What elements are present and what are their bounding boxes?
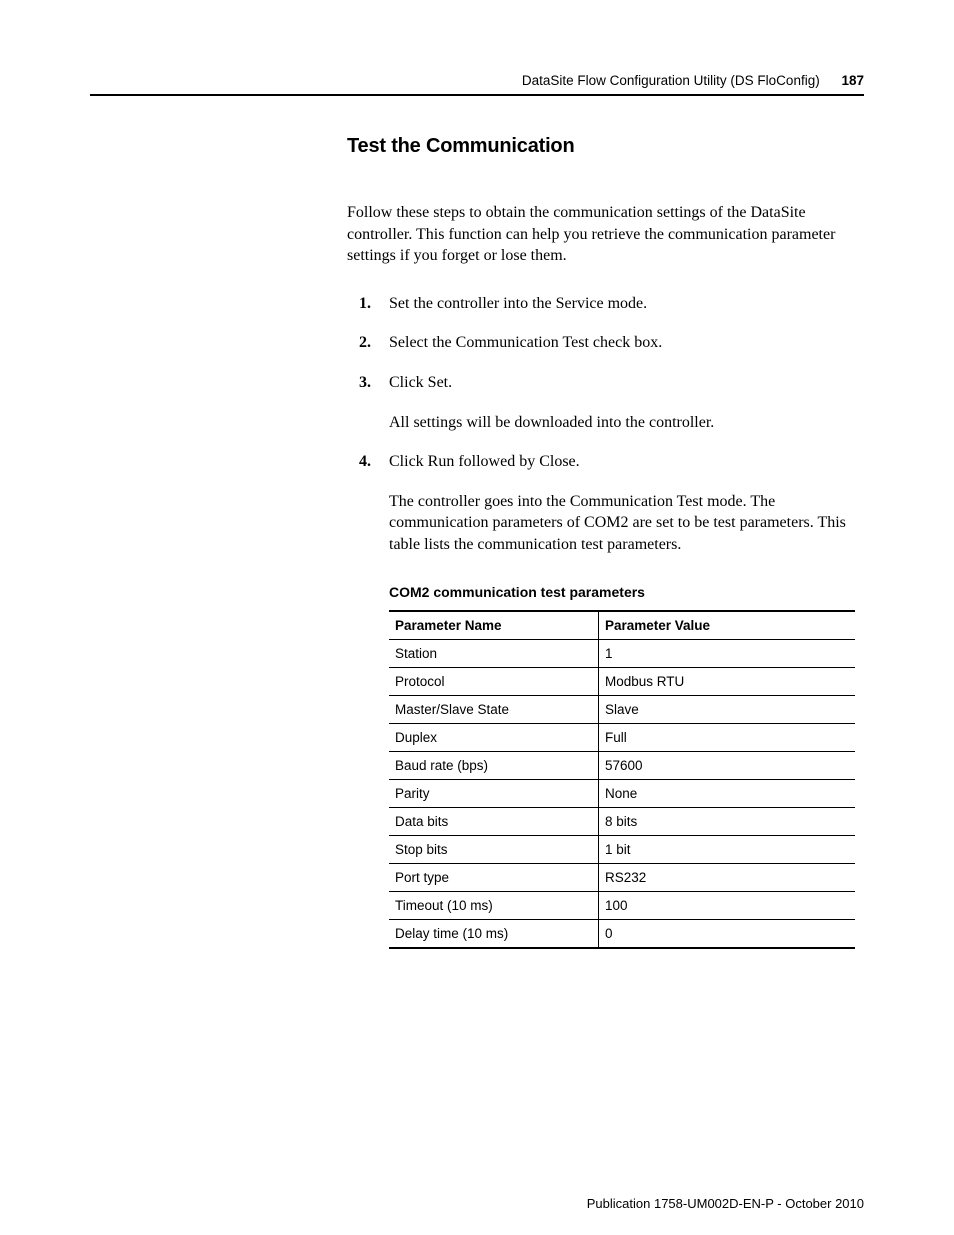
step-item: 1. Set the controller into the Service m…	[347, 293, 864, 315]
table-row: Baud rate (bps)57600	[389, 751, 855, 779]
step-number: 4.	[359, 451, 371, 473]
param-name: Data bits	[389, 807, 599, 835]
table-row: ParityNone	[389, 779, 855, 807]
param-name: Baud rate (bps)	[389, 751, 599, 779]
param-name: Timeout (10 ms)	[389, 891, 599, 919]
step-text: Click Set.	[389, 374, 452, 391]
param-value: None	[599, 779, 856, 807]
param-value: Slave	[599, 695, 856, 723]
param-value: 1 bit	[599, 835, 856, 863]
table-row: Delay time (10 ms)0	[389, 919, 855, 948]
intro-paragraph: Follow these steps to obtain the communi…	[347, 202, 864, 267]
param-name: Parity	[389, 779, 599, 807]
step-item: 4. Click Run followed by Close. The cont…	[347, 451, 864, 555]
param-value: 1	[599, 639, 856, 667]
table-row: Station1	[389, 639, 855, 667]
table-row: Stop bits1 bit	[389, 835, 855, 863]
param-name: Delay time (10 ms)	[389, 919, 599, 948]
step-item: 2. Select the Communication Test check b…	[347, 332, 864, 354]
table-row: Master/Slave StateSlave	[389, 695, 855, 723]
param-name: Duplex	[389, 723, 599, 751]
content-area: Test the Communication Follow these step…	[347, 135, 864, 949]
step-text: Click Run followed by Close.	[389, 453, 580, 470]
page: DataSite Flow Configuration Utility (DS …	[0, 0, 954, 1235]
param-name: Port type	[389, 863, 599, 891]
parameters-table: Parameter Name Parameter Value Station 1 …	[389, 610, 855, 949]
param-value: 0	[599, 919, 856, 948]
table-row: ProtocolModbus RTU	[389, 667, 855, 695]
table-row: Data bits8 bits	[389, 807, 855, 835]
param-value: 57600	[599, 751, 856, 779]
param-value: Full	[599, 723, 856, 751]
page-footer: Publication 1758-UM002D-EN-P - October 2…	[587, 1196, 864, 1211]
table-row: DuplexFull	[389, 723, 855, 751]
param-name: Protocol	[389, 667, 599, 695]
param-value: RS232	[599, 863, 856, 891]
step-subtext: All settings will be downloaded into the…	[389, 412, 864, 434]
param-name: Station	[389, 639, 599, 667]
step-subtext: The controller goes into the Communicati…	[389, 491, 864, 556]
param-value: Modbus RTU	[599, 667, 856, 695]
step-number: 3.	[359, 372, 371, 394]
param-name: Master/Slave State	[389, 695, 599, 723]
table-row: Port typeRS232	[389, 863, 855, 891]
step-number: 2.	[359, 332, 371, 354]
param-value: 100	[599, 891, 856, 919]
table-row: Timeout (10 ms)100	[389, 891, 855, 919]
step-text: Select the Communication Test check box.	[389, 334, 662, 351]
table-header-cell: Parameter Value	[599, 611, 856, 640]
param-value: 8 bits	[599, 807, 856, 835]
table-caption: COM2 communication test parameters	[389, 584, 864, 600]
header-title: DataSite Flow Configuration Utility (DS …	[522, 73, 820, 88]
param-name: Stop bits	[389, 835, 599, 863]
step-text: Set the controller into the Service mode…	[389, 295, 647, 312]
section-title: Test the Communication	[347, 135, 864, 158]
step-item: 3. Click Set. All settings will be downl…	[347, 372, 864, 433]
step-number: 1.	[359, 293, 371, 315]
table-header-row: Parameter Name Parameter Value	[389, 611, 855, 640]
page-number: 187	[841, 73, 864, 88]
step-list: 1. Set the controller into the Service m…	[347, 293, 864, 556]
table-header-cell: Parameter Name	[389, 611, 599, 640]
page-header: DataSite Flow Configuration Utility (DS …	[90, 73, 864, 96]
